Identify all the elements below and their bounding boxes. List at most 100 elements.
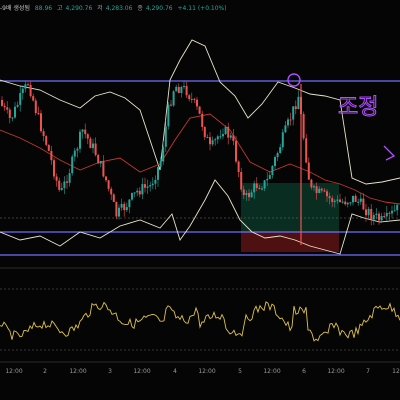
candle-body bbox=[224, 126, 227, 135]
time-axis-label: 3 bbox=[108, 368, 112, 375]
price-chart[interactable]: 조정 12:00 2 12:00 3 12:00 4 12:00 5 12:00 6 12:00 7 1… bbox=[0, 0, 400, 400]
candle-body bbox=[284, 125, 287, 133]
candle-body bbox=[313, 186, 315, 188]
candle-body bbox=[112, 194, 115, 202]
candle-body bbox=[320, 188, 323, 191]
candle-body bbox=[193, 98, 196, 100]
candle-body bbox=[21, 88, 24, 94]
candle-body bbox=[349, 202, 352, 204]
candle-body bbox=[144, 184, 146, 188]
candle-body bbox=[47, 144, 50, 151]
candle-body bbox=[188, 95, 191, 100]
candle-body bbox=[154, 179, 157, 184]
candle-body bbox=[336, 199, 339, 201]
candle-body bbox=[50, 150, 53, 161]
candle-body bbox=[66, 181, 68, 183]
candle-body bbox=[250, 192, 253, 198]
candle-body bbox=[84, 129, 87, 135]
candle-body bbox=[274, 157, 276, 167]
candle-body bbox=[133, 192, 136, 194]
candle-body bbox=[68, 173, 71, 183]
candle-body bbox=[297, 96, 300, 110]
candle-body bbox=[294, 106, 297, 110]
candle-body bbox=[279, 147, 282, 154]
candle-body bbox=[276, 153, 279, 158]
candle-body bbox=[151, 183, 154, 186]
candle-body bbox=[357, 201, 360, 203]
time-axis[interactable]: 12:00 2 12:00 3 12:00 4 12:00 5 12:00 6 12:00 7 12: bbox=[5, 368, 400, 375]
candle-body bbox=[372, 215, 375, 220]
candle-body bbox=[365, 209, 367, 216]
candle-body bbox=[240, 172, 243, 190]
candle-body bbox=[341, 201, 344, 203]
candle-body bbox=[383, 215, 386, 217]
time-axis-label: 12: bbox=[392, 368, 400, 375]
time-axis-label: 12:00 bbox=[5, 368, 22, 375]
candle-body bbox=[53, 160, 55, 177]
oscillator-line bbox=[0, 301, 400, 342]
candle-body bbox=[92, 143, 94, 149]
candle-body bbox=[81, 129, 84, 132]
candle-body bbox=[125, 207, 128, 211]
candle-body bbox=[58, 180, 61, 190]
candle-body bbox=[229, 135, 232, 138]
candle-body bbox=[196, 99, 198, 107]
candle-body bbox=[141, 184, 144, 195]
candle-body bbox=[367, 208, 370, 216]
candle-body bbox=[71, 156, 74, 174]
candle-body bbox=[281, 132, 284, 148]
candle-body bbox=[162, 146, 165, 162]
candle-body bbox=[60, 188, 63, 190]
pen-arrow-stroke bbox=[383, 145, 396, 161]
candle-body bbox=[99, 160, 102, 164]
candle-body bbox=[128, 199, 131, 208]
candle-body bbox=[354, 195, 357, 202]
candle-body bbox=[266, 178, 269, 181]
candle-body bbox=[209, 137, 211, 145]
candle-body bbox=[180, 87, 183, 93]
candle-body bbox=[385, 212, 388, 217]
candle-body bbox=[328, 196, 331, 199]
candle-body bbox=[362, 198, 365, 210]
candle-body bbox=[115, 201, 118, 217]
candle-body bbox=[352, 195, 354, 203]
candle-body bbox=[346, 202, 349, 205]
candle-body bbox=[203, 126, 206, 138]
candle-body bbox=[258, 187, 261, 189]
bollinger-lower-band bbox=[0, 179, 400, 255]
moving-average-line bbox=[0, 113, 400, 205]
candle-body bbox=[326, 191, 328, 197]
candle-body bbox=[248, 192, 250, 198]
candle-body bbox=[396, 204, 399, 211]
candle-body bbox=[289, 119, 292, 121]
time-axis-label: 2 bbox=[43, 368, 47, 375]
time-axis-label: 6 bbox=[302, 368, 306, 375]
candle-body bbox=[307, 162, 310, 180]
candle-body bbox=[216, 136, 219, 140]
candle-body bbox=[105, 176, 107, 181]
candle-body bbox=[318, 188, 321, 193]
candle-body bbox=[253, 183, 256, 193]
candle-body bbox=[268, 175, 271, 179]
candle-body bbox=[89, 138, 92, 149]
candle-body bbox=[45, 136, 48, 145]
candle-body bbox=[159, 161, 162, 168]
candle-body bbox=[227, 126, 230, 138]
candle-body bbox=[183, 85, 185, 88]
candle-body bbox=[232, 135, 235, 141]
candle-body bbox=[172, 91, 175, 106]
candle-body bbox=[198, 106, 201, 114]
candle-body bbox=[63, 181, 66, 189]
time-axis-label: 5 bbox=[238, 368, 242, 375]
candle-body bbox=[333, 200, 336, 202]
candle-body bbox=[27, 84, 29, 86]
candle-body bbox=[34, 100, 37, 114]
candle-body bbox=[331, 198, 334, 202]
candle-body bbox=[287, 119, 289, 126]
candle-body bbox=[40, 113, 42, 132]
candle-body bbox=[120, 203, 123, 208]
candle-body bbox=[305, 138, 308, 163]
circle-annotation[interactable] bbox=[287, 73, 301, 87]
candle-body bbox=[76, 148, 79, 151]
candle-body bbox=[146, 186, 149, 188]
